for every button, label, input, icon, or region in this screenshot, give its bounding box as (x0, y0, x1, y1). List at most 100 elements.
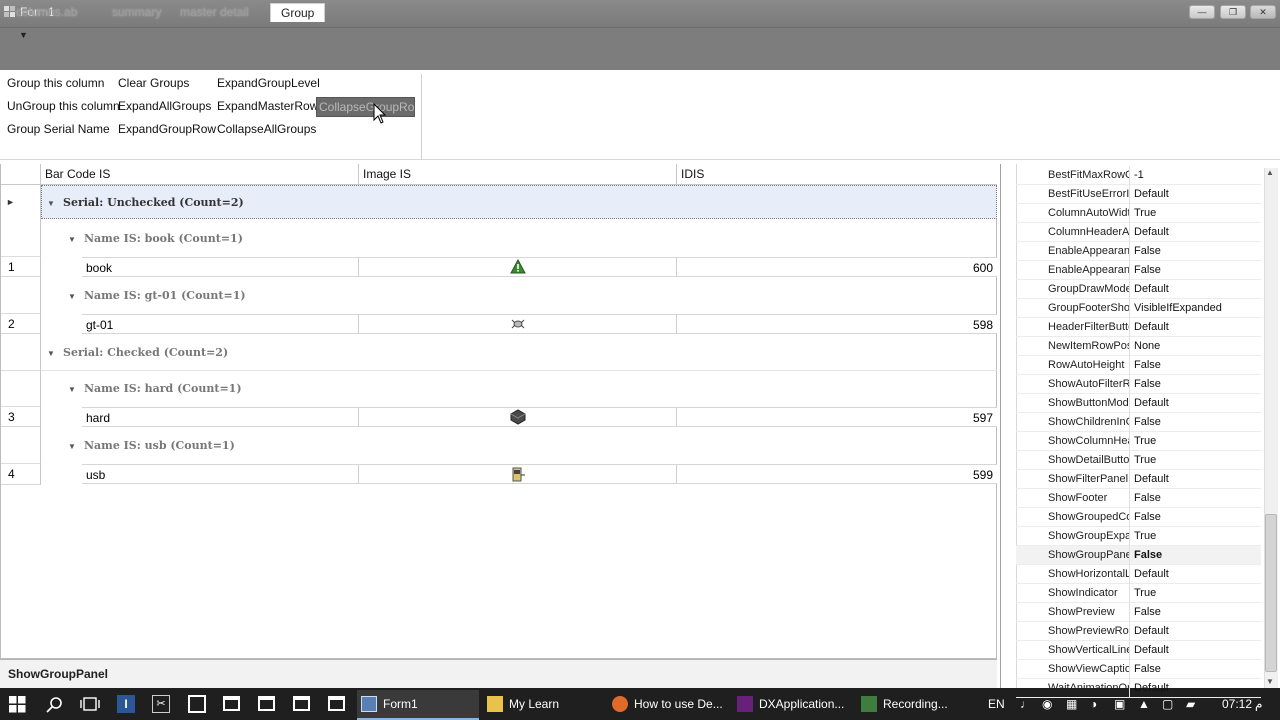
property-row[interactable]: ShowChildrenInG False (1016, 413, 1261, 432)
property-value[interactable]: True (1134, 451, 1156, 470)
property-row[interactable]: WaitAnimationOp Default (1016, 679, 1261, 698)
property-row[interactable]: GroupDrawMode Default (1016, 280, 1261, 299)
qat-dropdown-icon[interactable]: ▼ (19, 30, 28, 40)
id-cell[interactable]: 599 (677, 464, 997, 484)
property-row[interactable]: ShowViewCaptio False (1016, 660, 1261, 679)
column-header-image[interactable]: Image IS (359, 164, 677, 185)
property-value[interactable]: Default (1134, 470, 1169, 489)
property-value[interactable]: False (1134, 660, 1161, 679)
windows-start-icon[interactable] (9, 696, 26, 713)
barcode-cell[interactable]: gt-01 (82, 314, 359, 334)
scroll-up-icon[interactable]: ▲ (1266, 168, 1274, 177)
property-value[interactable]: False (1134, 242, 1161, 261)
pinned-window-icon[interactable] (258, 696, 275, 711)
collapse-chevron-icon[interactable]: ▼ (68, 235, 76, 244)
property-row[interactable]: ShowFilterPanelN Default (1016, 470, 1261, 489)
property-value[interactable]: VisibleIfExpanded (1134, 299, 1222, 318)
column-header-id[interactable]: IDIS (677, 164, 997, 185)
taskbar-app-browser[interactable]: How to use De... (608, 690, 730, 720)
property-row[interactable]: BestFitUseErrorIr Default (1016, 185, 1261, 204)
property-value[interactable]: False (1134, 508, 1161, 527)
property-row[interactable]: BestFitMaxRowC -1 (1016, 166, 1261, 185)
property-value[interactable]: Default (1134, 622, 1169, 641)
property-value[interactable]: Default (1134, 185, 1169, 204)
pinned-app-icon[interactable] (188, 695, 206, 713)
taskbar-app-visual-studio[interactable]: DXApplication... (733, 690, 855, 720)
barcode-cell[interactable]: usb (82, 464, 359, 484)
maximize-button[interactable]: ❐ (1220, 5, 1246, 19)
property-row[interactable]: RowAutoHeight False (1016, 356, 1261, 375)
property-row[interactable]: ShowPreview False (1016, 603, 1261, 622)
search-icon[interactable] (46, 696, 64, 714)
property-row[interactable]: ColumnHeaderAu Default (1016, 223, 1261, 242)
property-value[interactable]: Default (1134, 394, 1169, 413)
property-row[interactable]: ShowGroupExpar True (1016, 527, 1261, 546)
property-value[interactable]: Default (1134, 679, 1169, 698)
property-row[interactable]: ShowHorizontalLi Default (1016, 565, 1261, 584)
property-value[interactable]: False (1134, 546, 1162, 565)
barcode-cell[interactable]: hard (82, 407, 359, 427)
property-row[interactable]: EnableAppearanc False (1016, 242, 1261, 261)
property-value[interactable]: -1 (1134, 166, 1144, 185)
scrollbar-thumb[interactable] (1265, 514, 1277, 672)
group-this-column-button[interactable]: Group this column (5, 74, 106, 92)
property-row[interactable]: ShowPreviewRov Default (1016, 622, 1261, 641)
tab-columns[interactable]: columns.ab (16, 3, 77, 22)
property-row[interactable]: GroupFooterShov VisibleIfExpanded (1016, 299, 1261, 318)
barcode-cell[interactable]: book (82, 257, 359, 277)
tab-summary[interactable]: summary (112, 3, 161, 22)
taskbar-app-recording[interactable]: Recording... (857, 690, 979, 720)
property-row[interactable]: ShowAutoFilterR False (1016, 375, 1261, 394)
group-serial-name-button[interactable]: Group Serial Name (5, 120, 112, 138)
pinned-window-icon[interactable] (328, 696, 345, 711)
expand-all-groups-button[interactable]: ExpandAllGroups (116, 97, 213, 115)
property-row[interactable]: ShowButtonMode Default (1016, 394, 1261, 413)
property-value[interactable]: True (1134, 584, 1156, 603)
pinned-app-icon[interactable]: ✂ (152, 695, 170, 713)
property-row[interactable]: EnableAppearanc False (1016, 261, 1261, 280)
language-indicator[interactable]: EN (988, 690, 1005, 718)
clear-groups-button[interactable]: Clear Groups (116, 74, 191, 92)
property-value[interactable]: Default (1134, 280, 1169, 299)
collapse-all-groups-button[interactable]: CollapseAllGroups (215, 120, 318, 138)
tab-master-detail[interactable]: master detail (180, 3, 249, 22)
id-cell[interactable]: 600 (677, 257, 997, 277)
minimize-button[interactable]: — (1189, 5, 1215, 19)
property-value[interactable]: Default (1134, 318, 1169, 337)
task-view-icon[interactable] (80, 696, 100, 712)
column-header-barcode[interactable]: Bar Code IS (41, 164, 359, 185)
property-row[interactable]: ShowVerticalLine Default (1016, 641, 1261, 660)
taskbar-app-my-learn[interactable]: My Learn (483, 690, 603, 720)
property-row[interactable]: ShowFooter False (1016, 489, 1261, 508)
pinned-window-icon[interactable] (293, 696, 310, 711)
expand-group-row-button[interactable]: ExpandGroupRow (116, 120, 218, 138)
property-value[interactable]: False (1134, 375, 1161, 394)
taskbar-app-form1[interactable]: Form1 (357, 690, 479, 720)
property-row[interactable]: ShowIndicator True (1016, 584, 1261, 603)
tab-group[interactable]: Group (270, 3, 326, 22)
property-value[interactable]: Default (1134, 641, 1169, 660)
property-value[interactable]: True (1134, 204, 1156, 223)
scroll-down-icon[interactable]: ▼ (1266, 677, 1274, 686)
ungroup-this-column-button[interactable]: UnGroup this column (5, 97, 122, 115)
collapse-chevron-icon[interactable]: ▼ (68, 442, 76, 451)
collapse-chevron-icon[interactable]: ▼ (47, 349, 55, 358)
property-value[interactable]: True (1134, 432, 1156, 451)
collapse-chevron-icon[interactable]: ▼ (68, 385, 76, 394)
collapse-chevron-icon[interactable]: ▼ (47, 199, 55, 208)
collapse-group-row-button[interactable]: CollapseGroupRow (316, 97, 415, 117)
id-cell[interactable]: 598 (677, 314, 997, 334)
pinned-app-icon[interactable]: I (117, 695, 135, 713)
property-row[interactable]: NewItemRowPos None (1016, 337, 1261, 356)
expand-master-row-button[interactable]: ExpandMasterRow (215, 97, 320, 115)
property-value[interactable]: Default (1134, 223, 1169, 242)
property-value[interactable]: None (1134, 337, 1160, 356)
property-value[interactable]: False (1134, 261, 1161, 280)
expand-group-level-button[interactable]: ExpandGroupLevel (215, 74, 322, 92)
property-row[interactable]: ShowGroupedCo False (1016, 508, 1261, 527)
property-row[interactable]: ShowColumnHea True (1016, 432, 1261, 451)
property-row[interactable]: ShowGroupPanel False (1016, 546, 1261, 565)
pinned-window-icon[interactable] (223, 696, 240, 711)
property-row[interactable]: HeaderFilterButto Default (1016, 318, 1261, 337)
property-value[interactable]: Default (1134, 565, 1169, 584)
